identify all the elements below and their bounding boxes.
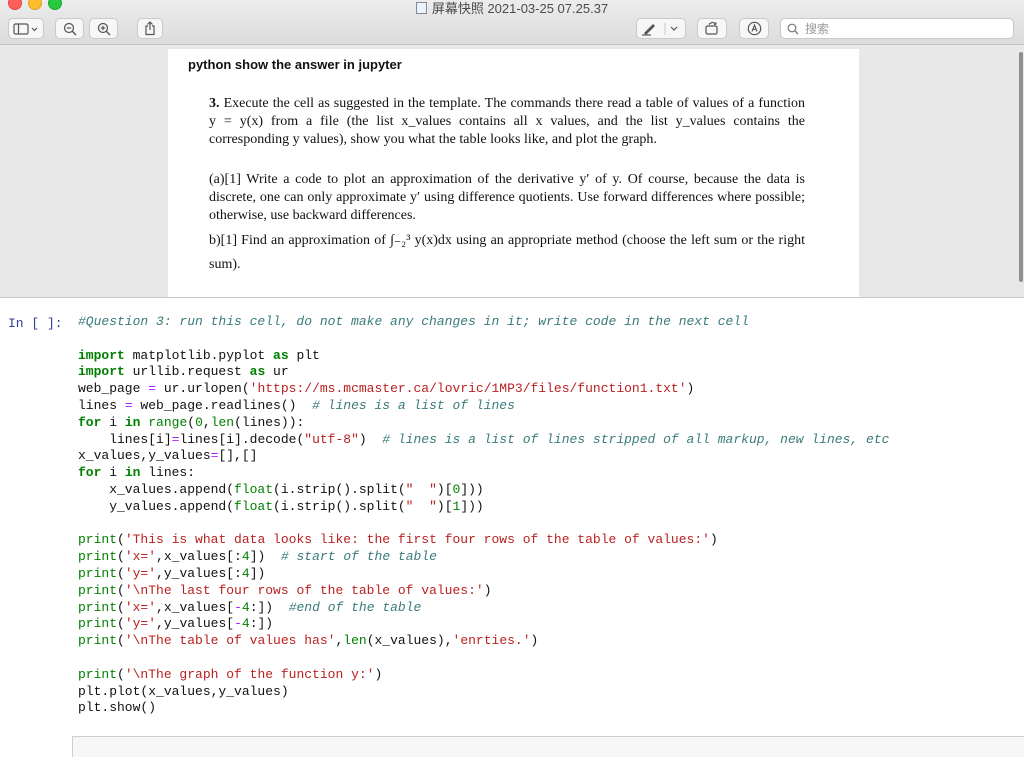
code-line[interactable]: print('x=',x_values[-4:]) #end of the ta… — [78, 600, 1024, 617]
code-line[interactable]: lines = web_page.readlines() # lines is … — [78, 398, 1024, 415]
annotate-button[interactable] — [739, 18, 769, 39]
code-line[interactable]: ​ — [78, 650, 1024, 667]
code-line[interactable]: plt.plot(x_values,y_values) — [78, 684, 1024, 701]
zoom-in-button[interactable] — [89, 18, 118, 39]
code-line[interactable]: ​ — [78, 331, 1024, 348]
code-line[interactable]: print('\nThe table of values has',len(x_… — [78, 633, 1024, 650]
rotate-button[interactable] — [697, 18, 727, 39]
zoom-out-button[interactable] — [55, 18, 84, 39]
code-line[interactable]: print('\nThe graph of the function y:') — [78, 667, 1024, 684]
zoom-in-icon — [97, 22, 110, 35]
code-line[interactable]: plt.show() — [78, 700, 1024, 717]
window-titlebar: 屏幕快照 2021-03-25 07.25.37 — [0, 0, 1024, 45]
document-page: python show the answer in jupyter 3. Exe… — [168, 49, 859, 297]
code-line[interactable]: print('This is what data looks like: the… — [78, 532, 1024, 549]
code-cell[interactable]: #Question 3: run this cell, do not make … — [72, 308, 1024, 738]
code-line[interactable]: print('y=',y_values[:4]) — [78, 566, 1024, 583]
share-icon — [145, 21, 155, 36]
question-text: Execute the cell as suggested in the tem… — [209, 96, 806, 147]
code-line[interactable]: for i in range(0,len(lines)): — [78, 415, 1024, 432]
code-line[interactable]: web_page = ur.urlopen('https://ms.mcmast… — [78, 381, 1024, 398]
question-paragraph: 3. Execute the cell as suggested in the … — [209, 95, 805, 149]
search-field[interactable] — [780, 18, 1014, 39]
code-line[interactable]: x_values.append(float(i.strip().split(" … — [78, 482, 1024, 499]
scrollbar-thumb[interactable] — [1019, 52, 1023, 282]
code-line[interactable]: import matplotlib.pyplot as plt — [78, 348, 1024, 365]
code-line[interactable]: lines[i]=lines[i].decode("utf-8") # line… — [78, 432, 1024, 449]
code-line[interactable]: y_values.append(float(i.strip().split(" … — [78, 499, 1024, 516]
rotate-icon — [705, 21, 718, 35]
code-line[interactable]: x_values,y_values=[],[] — [78, 448, 1024, 465]
search-icon — [787, 23, 799, 34]
code-line[interactable]: #Question 3: run this cell, do not make … — [78, 314, 1024, 331]
cell-prompt: In [ ]: — [8, 316, 63, 331]
sidebar-icon — [13, 22, 38, 35]
code-editor[interactable]: #Question 3: run this cell, do not make … — [72, 308, 1024, 717]
markup-button[interactable] — [636, 18, 686, 39]
pen-icon — [642, 22, 678, 36]
sidebar-toggle-button[interactable] — [8, 18, 44, 39]
document-icon — [415, 2, 427, 14]
document-view[interactable]: python show the answer in jupyter 3. Exe… — [0, 45, 1024, 298]
share-button[interactable] — [137, 18, 163, 39]
part-b-paragraph: b)[1] Find an approximation of ∫₋₂³ y(x)… — [209, 233, 805, 272]
code-line[interactable]: import urllib.request as ur — [78, 364, 1024, 381]
markup-circle-icon — [747, 21, 761, 36]
code-line[interactable]: ​ — [78, 516, 1024, 533]
search-input[interactable] — [803, 20, 1007, 37]
part-a-paragraph: (a)[1] Write a code to plot an approxima… — [209, 172, 805, 223]
code-line[interactable]: for i in lines: — [78, 465, 1024, 482]
window-title: 屏幕快照 2021-03-25 07.25.37 — [0, 0, 1024, 17]
code-line[interactable]: print('\nThe last four rows of the table… — [78, 583, 1024, 600]
zoom-out-icon — [63, 22, 76, 35]
next-code-cell[interactable] — [72, 736, 1024, 757]
code-line[interactable]: print('x=',x_values[:4]) # start of the … — [78, 549, 1024, 566]
question-number: 3. — [209, 96, 220, 111]
code-line[interactable]: print('y=',y_values[-4:]) — [78, 616, 1024, 633]
page-header: python show the answer in jupyter — [188, 57, 402, 72]
jupyter-notebook: In [ ]: #Question 3: run this cell, do n… — [0, 298, 1024, 757]
